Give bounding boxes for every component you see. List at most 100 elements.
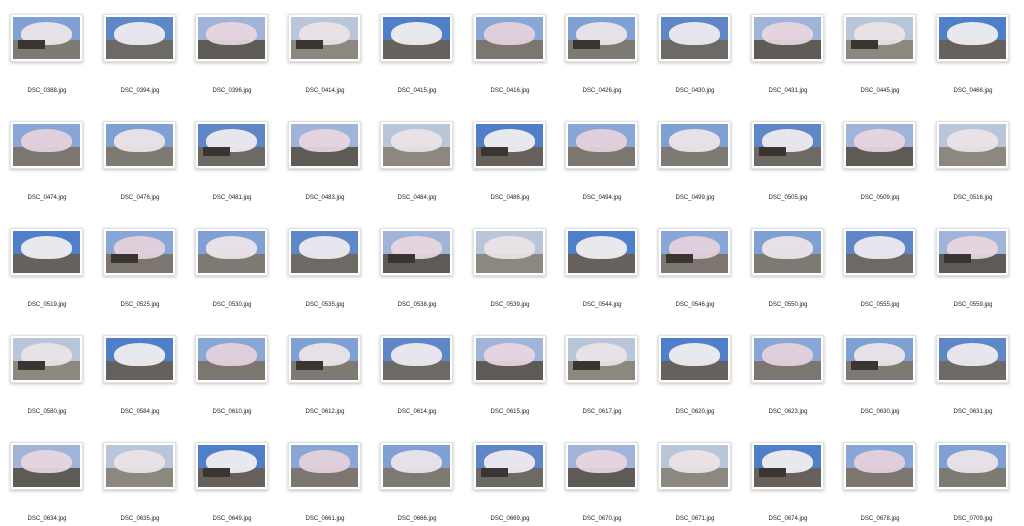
photo-thumbnail-item[interactable]: DSC_0519.jpg — [1, 228, 93, 332]
photo-thumbnail-item[interactable]: DSC_0476.jpg — [94, 121, 186, 225]
thumbnail-image[interactable] — [936, 228, 1009, 276]
thumbnail-image[interactable] — [103, 335, 176, 383]
photo-thumbnail-item[interactable]: DSC_0544.jpg — [556, 228, 648, 332]
photo-thumbnail-item[interactable]: DSC_0414.jpg — [279, 14, 371, 118]
photo-thumbnail-item[interactable]: DSC_0649.jpg — [186, 442, 278, 526]
photo-thumbnail-item[interactable]: DSC_0620.jpg — [649, 335, 741, 439]
thumbnail-image[interactable] — [288, 228, 361, 276]
thumbnail-image[interactable] — [380, 228, 453, 276]
photo-thumbnail-item[interactable]: DSC_0396.jpg — [186, 14, 278, 118]
photo-thumbnail-item[interactable]: DSC_0509.jpg — [834, 121, 926, 225]
thumbnail-image[interactable] — [473, 335, 546, 383]
thumbnail-image[interactable] — [565, 121, 638, 169]
thumbnail-image[interactable] — [380, 442, 453, 490]
photo-thumbnail-item[interactable]: DSC_0612.jpg — [279, 335, 371, 439]
photo-thumbnail-item[interactable]: DSC_0555.jpg — [834, 228, 926, 332]
photo-thumbnail-item[interactable]: DSC_0483.jpg — [279, 121, 371, 225]
thumbnail-image[interactable] — [658, 228, 731, 276]
photo-thumbnail-item[interactable]: DSC_0494.jpg — [556, 121, 648, 225]
photo-thumbnail-item[interactable]: DSC_0584.jpg — [94, 335, 186, 439]
photo-thumbnail-item[interactable]: DSC_0671.jpg — [649, 442, 741, 526]
thumbnail-image[interactable] — [288, 442, 361, 490]
thumbnail-image[interactable] — [565, 442, 638, 490]
photo-thumbnail-item[interactable]: DSC_0623.jpg — [742, 335, 834, 439]
thumbnail-image[interactable] — [195, 335, 268, 383]
thumbnail-image[interactable] — [658, 442, 731, 490]
photo-thumbnail-item[interactable]: DSC_0634.jpg — [1, 442, 93, 526]
thumbnail-image[interactable] — [751, 442, 824, 490]
thumbnail-image[interactable] — [288, 121, 361, 169]
thumbnail-image[interactable] — [473, 228, 546, 276]
photo-thumbnail-item[interactable]: DSC_0415.jpg — [371, 14, 463, 118]
thumbnail-image[interactable] — [565, 335, 638, 383]
thumbnail-image[interactable] — [843, 228, 916, 276]
photo-thumbnail-item[interactable]: DSC_0617.jpg — [556, 335, 648, 439]
photo-thumbnail-item[interactable]: DSC_0431.jpg — [742, 14, 834, 118]
photo-thumbnail-item[interactable]: DSC_0635.jpg — [94, 442, 186, 526]
photo-thumbnail-item[interactable]: DSC_0466.jpg — [927, 14, 1019, 118]
thumbnail-image[interactable] — [380, 121, 453, 169]
photo-thumbnail-item[interactable]: DSC_0394.jpg — [94, 14, 186, 118]
thumbnail-image[interactable] — [10, 121, 83, 169]
thumbnail-image[interactable] — [195, 442, 268, 490]
photo-thumbnail-item[interactable]: DSC_0538.jpg — [371, 228, 463, 332]
photo-thumbnail-item[interactable]: DSC_0430.jpg — [649, 14, 741, 118]
photo-thumbnail-item[interactable]: DSC_0426.jpg — [556, 14, 648, 118]
photo-thumbnail-item[interactable]: DSC_0670.jpg — [556, 442, 648, 526]
photo-thumbnail-item[interactable]: DSC_0505.jpg — [742, 121, 834, 225]
photo-thumbnail-item[interactable]: DSC_0535.jpg — [279, 228, 371, 332]
thumbnail-image[interactable] — [103, 228, 176, 276]
photo-thumbnail-item[interactable]: DSC_0678.jpg — [834, 442, 926, 526]
thumbnail-image[interactable] — [751, 335, 824, 383]
photo-thumbnail-item[interactable]: DSC_0484.jpg — [371, 121, 463, 225]
thumbnail-image[interactable] — [473, 14, 546, 62]
photo-thumbnail-item[interactable]: DSC_0516.jpg — [927, 121, 1019, 225]
thumbnail-image[interactable] — [658, 335, 731, 383]
thumbnail-image[interactable] — [751, 121, 824, 169]
photo-thumbnail-item[interactable]: DSC_0550.jpg — [742, 228, 834, 332]
thumbnail-image[interactable] — [10, 14, 83, 62]
photo-thumbnail-item[interactable]: DSC_0486.jpg — [464, 121, 556, 225]
thumbnail-image[interactable] — [195, 228, 268, 276]
thumbnail-image[interactable] — [843, 121, 916, 169]
thumbnail-image[interactable] — [843, 14, 916, 62]
photo-thumbnail-item[interactable]: DSC_0530.jpg — [186, 228, 278, 332]
photo-thumbnail-item[interactable]: DSC_0631.jpg — [927, 335, 1019, 439]
thumbnail-image[interactable] — [10, 335, 83, 383]
photo-thumbnail-item[interactable]: DSC_0669.jpg — [464, 442, 556, 526]
photo-thumbnail-item[interactable]: DSC_0474.jpg — [1, 121, 93, 225]
photo-thumbnail-item[interactable]: DSC_0630.jpg — [834, 335, 926, 439]
photo-thumbnail-item[interactable]: DSC_0416.jpg — [464, 14, 556, 118]
thumbnail-image[interactable] — [103, 442, 176, 490]
thumbnail-image[interactable] — [473, 442, 546, 490]
thumbnail-image[interactable] — [565, 228, 638, 276]
thumbnail-image[interactable] — [936, 121, 1009, 169]
thumbnail-image[interactable] — [288, 14, 361, 62]
photo-thumbnail-item[interactable]: DSC_0499.jpg — [649, 121, 741, 225]
photo-thumbnail-item[interactable]: DSC_0546.jpg — [649, 228, 741, 332]
photo-thumbnail-item[interactable]: DSC_0614.jpg — [371, 335, 463, 439]
thumbnail-image[interactable] — [195, 121, 268, 169]
thumbnail-image[interactable] — [751, 228, 824, 276]
photo-thumbnail-item[interactable]: DSC_0674.jpg — [742, 442, 834, 526]
thumbnail-image[interactable] — [10, 442, 83, 490]
thumbnail-image[interactable] — [658, 121, 731, 169]
thumbnail-image[interactable] — [751, 14, 824, 62]
photo-thumbnail-item[interactable]: DSC_0559.jpg — [927, 228, 1019, 332]
thumbnail-image[interactable] — [565, 14, 638, 62]
thumbnail-image[interactable] — [380, 14, 453, 62]
photo-thumbnail-item[interactable]: DSC_0666.jpg — [371, 442, 463, 526]
photo-thumbnail-item[interactable]: DSC_0615.jpg — [464, 335, 556, 439]
thumbnail-image[interactable] — [658, 14, 731, 62]
photo-thumbnail-item[interactable]: DSC_0661.jpg — [279, 442, 371, 526]
photo-thumbnail-item[interactable]: DSC_0539.jpg — [464, 228, 556, 332]
thumbnail-image[interactable] — [936, 335, 1009, 383]
thumbnail-image[interactable] — [10, 228, 83, 276]
thumbnail-image[interactable] — [103, 14, 176, 62]
thumbnail-image[interactable] — [103, 121, 176, 169]
photo-thumbnail-item[interactable]: DSC_0388.jpg — [1, 14, 93, 118]
thumbnail-image[interactable] — [195, 14, 268, 62]
thumbnail-image[interactable] — [380, 335, 453, 383]
thumbnail-image[interactable] — [843, 335, 916, 383]
thumbnail-image[interactable] — [843, 442, 916, 490]
